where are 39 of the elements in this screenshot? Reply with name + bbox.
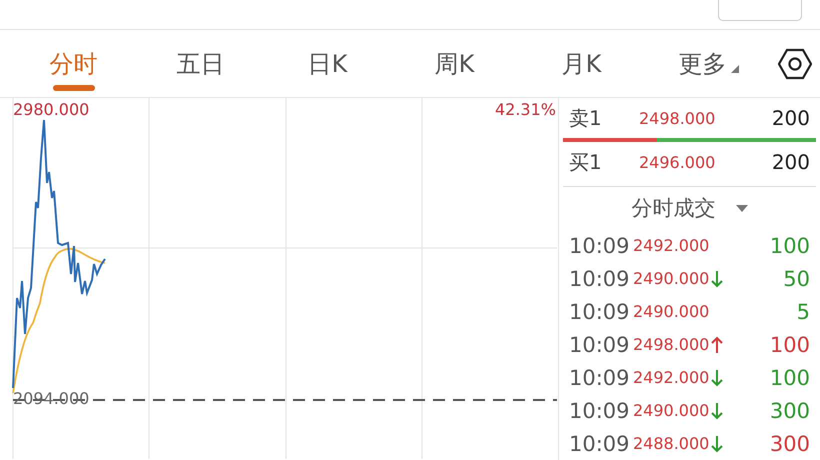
period-tab[interactable]: 日K <box>264 30 391 97</box>
trade-price: 2498.000 <box>633 335 710 354</box>
bid-volume: 200 <box>772 150 810 174</box>
change-percent-label: 42.31% <box>494 100 556 119</box>
ask-volume: 200 <box>772 106 810 130</box>
trade-price: 2490.000 <box>633 269 710 288</box>
trade-time: 10:09 <box>569 398 631 422</box>
trade-price: 2488.000 <box>633 434 710 453</box>
trade-volume: 100 <box>768 234 810 258</box>
trade-time: 10:09 <box>569 332 631 356</box>
trade-price: 2492.000 <box>633 236 710 255</box>
trade-volume: 100 <box>768 366 810 390</box>
trades-header[interactable]: 分时成交 <box>632 194 716 222</box>
bid-label: 买1 <box>569 148 603 176</box>
bid-price: 2496.000 <box>639 152 716 172</box>
caret-icon[interactable] <box>736 204 748 212</box>
trade-time: 10:09 <box>569 432 631 456</box>
ask-label: 卖1 <box>569 104 603 132</box>
trade-volume: 100 <box>768 332 810 356</box>
caret-icon <box>730 65 738 73</box>
high-price-label: 2980.000 <box>13 100 90 119</box>
settings-icon[interactable] <box>778 46 812 80</box>
trade-volume: 5 <box>796 300 810 324</box>
period-tab[interactable]: 周K <box>391 30 518 97</box>
period-tab[interactable]: 五日 <box>137 30 264 97</box>
period-tab[interactable]: 更多 <box>645 30 772 97</box>
trade-time: 10:09 <box>569 234 631 258</box>
trade-time: 10:09 <box>569 266 631 290</box>
trade-volume: 50 <box>782 266 810 290</box>
trade-price: 2490.000 <box>633 302 710 321</box>
trade-time: 10:09 <box>569 366 631 390</box>
trade-price: 2490.000 <box>633 401 710 420</box>
period-tab[interactable]: 分时 <box>10 30 137 97</box>
trade-volume: 300 <box>768 432 810 456</box>
trade-volume: 300 <box>768 398 810 422</box>
trade-price: 2492.000 <box>633 368 710 387</box>
ask-price: 2498.000 <box>639 108 716 128</box>
period-tab[interactable]: 月K <box>518 30 645 97</box>
trade-time: 10:09 <box>569 300 631 324</box>
